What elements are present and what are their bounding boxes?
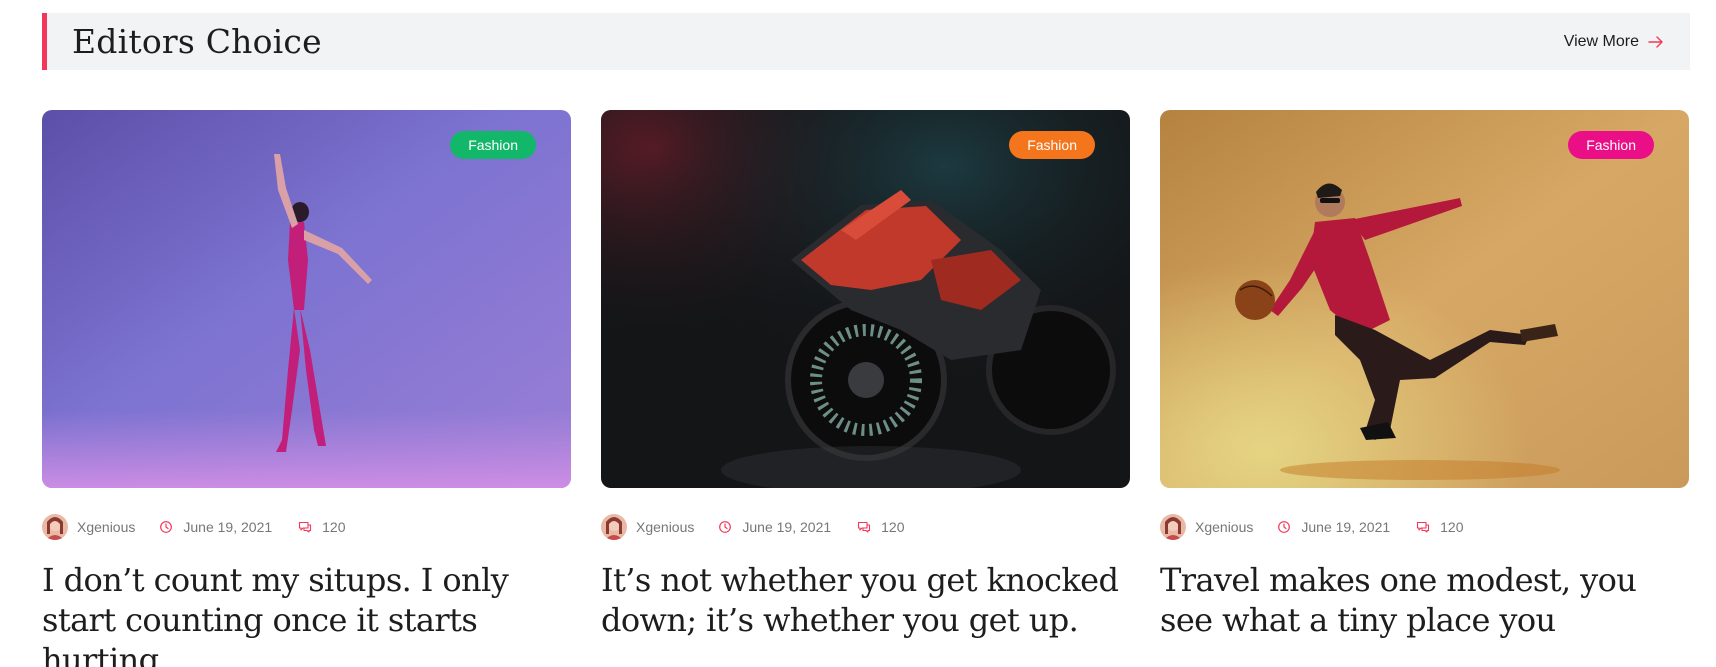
author-avatar	[42, 514, 68, 540]
category-badge[interactable]: Fashion	[1568, 131, 1654, 159]
arrow-right-icon	[1648, 35, 1663, 48]
section-header: Editors Choice View More	[42, 13, 1690, 70]
post-image[interactable]: Fashion	[42, 110, 571, 488]
author-avatar	[601, 514, 627, 540]
section-title: Editors Choice	[72, 22, 322, 61]
view-more-link[interactable]: View More	[1564, 33, 1664, 51]
comment-icon	[1417, 521, 1430, 533]
post-meta: Xgenious June 19, 2021 120	[1160, 514, 1689, 540]
man-with-ball-image	[1160, 110, 1689, 488]
post-image[interactable]: Fashion	[601, 110, 1130, 488]
comment-count[interactable]: 120	[881, 519, 904, 535]
post-meta: Xgenious June 19, 2021 120	[42, 514, 571, 540]
editors-choice-section: Editors Choice View More Fashion Xgeniou…	[0, 0, 1716, 667]
comment-count[interactable]: 120	[322, 519, 345, 535]
comment-count[interactable]: 120	[1440, 519, 1463, 535]
post-date: June 19, 2021	[742, 519, 832, 535]
card-grid: Fashion Xgenious June 19, 2021 120 I don…	[42, 110, 1690, 667]
category-badge[interactable]: Fashion	[450, 131, 536, 159]
post-card: Fashion Xgenious June 19, 2021 120 I don…	[42, 110, 571, 667]
author-name[interactable]: Xgenious	[1195, 519, 1253, 535]
post-card: Fashion Xgenious June 19, 2021 120 It’s …	[601, 110, 1130, 667]
post-date: June 19, 2021	[183, 519, 273, 535]
author-avatar	[1160, 514, 1186, 540]
author-name[interactable]: Xgenious	[77, 519, 135, 535]
ballet-dancer-image	[42, 110, 571, 488]
post-title[interactable]: I don’t count my situps. I only start co…	[42, 560, 571, 667]
category-badge[interactable]: Fashion	[1009, 131, 1095, 159]
comment-icon	[858, 521, 871, 533]
clock-icon	[160, 521, 173, 533]
clock-icon	[719, 521, 732, 533]
clock-icon	[1278, 521, 1291, 533]
post-date: June 19, 2021	[1301, 519, 1391, 535]
comment-icon	[299, 521, 312, 533]
author-name[interactable]: Xgenious	[636, 519, 694, 535]
view-more-label: View More	[1563, 32, 1639, 50]
post-card: Fashion Xgenious June 19, 2021 120 Trave…	[1160, 110, 1689, 667]
post-meta: Xgenious June 19, 2021 120	[601, 514, 1130, 540]
post-title[interactable]: It’s not whether you get knocked down; i…	[601, 560, 1130, 640]
post-image[interactable]: Fashion	[1160, 110, 1689, 488]
post-title[interactable]: Travel makes one modest, you see what a …	[1160, 560, 1689, 640]
motorcycle-image	[601, 110, 1130, 488]
